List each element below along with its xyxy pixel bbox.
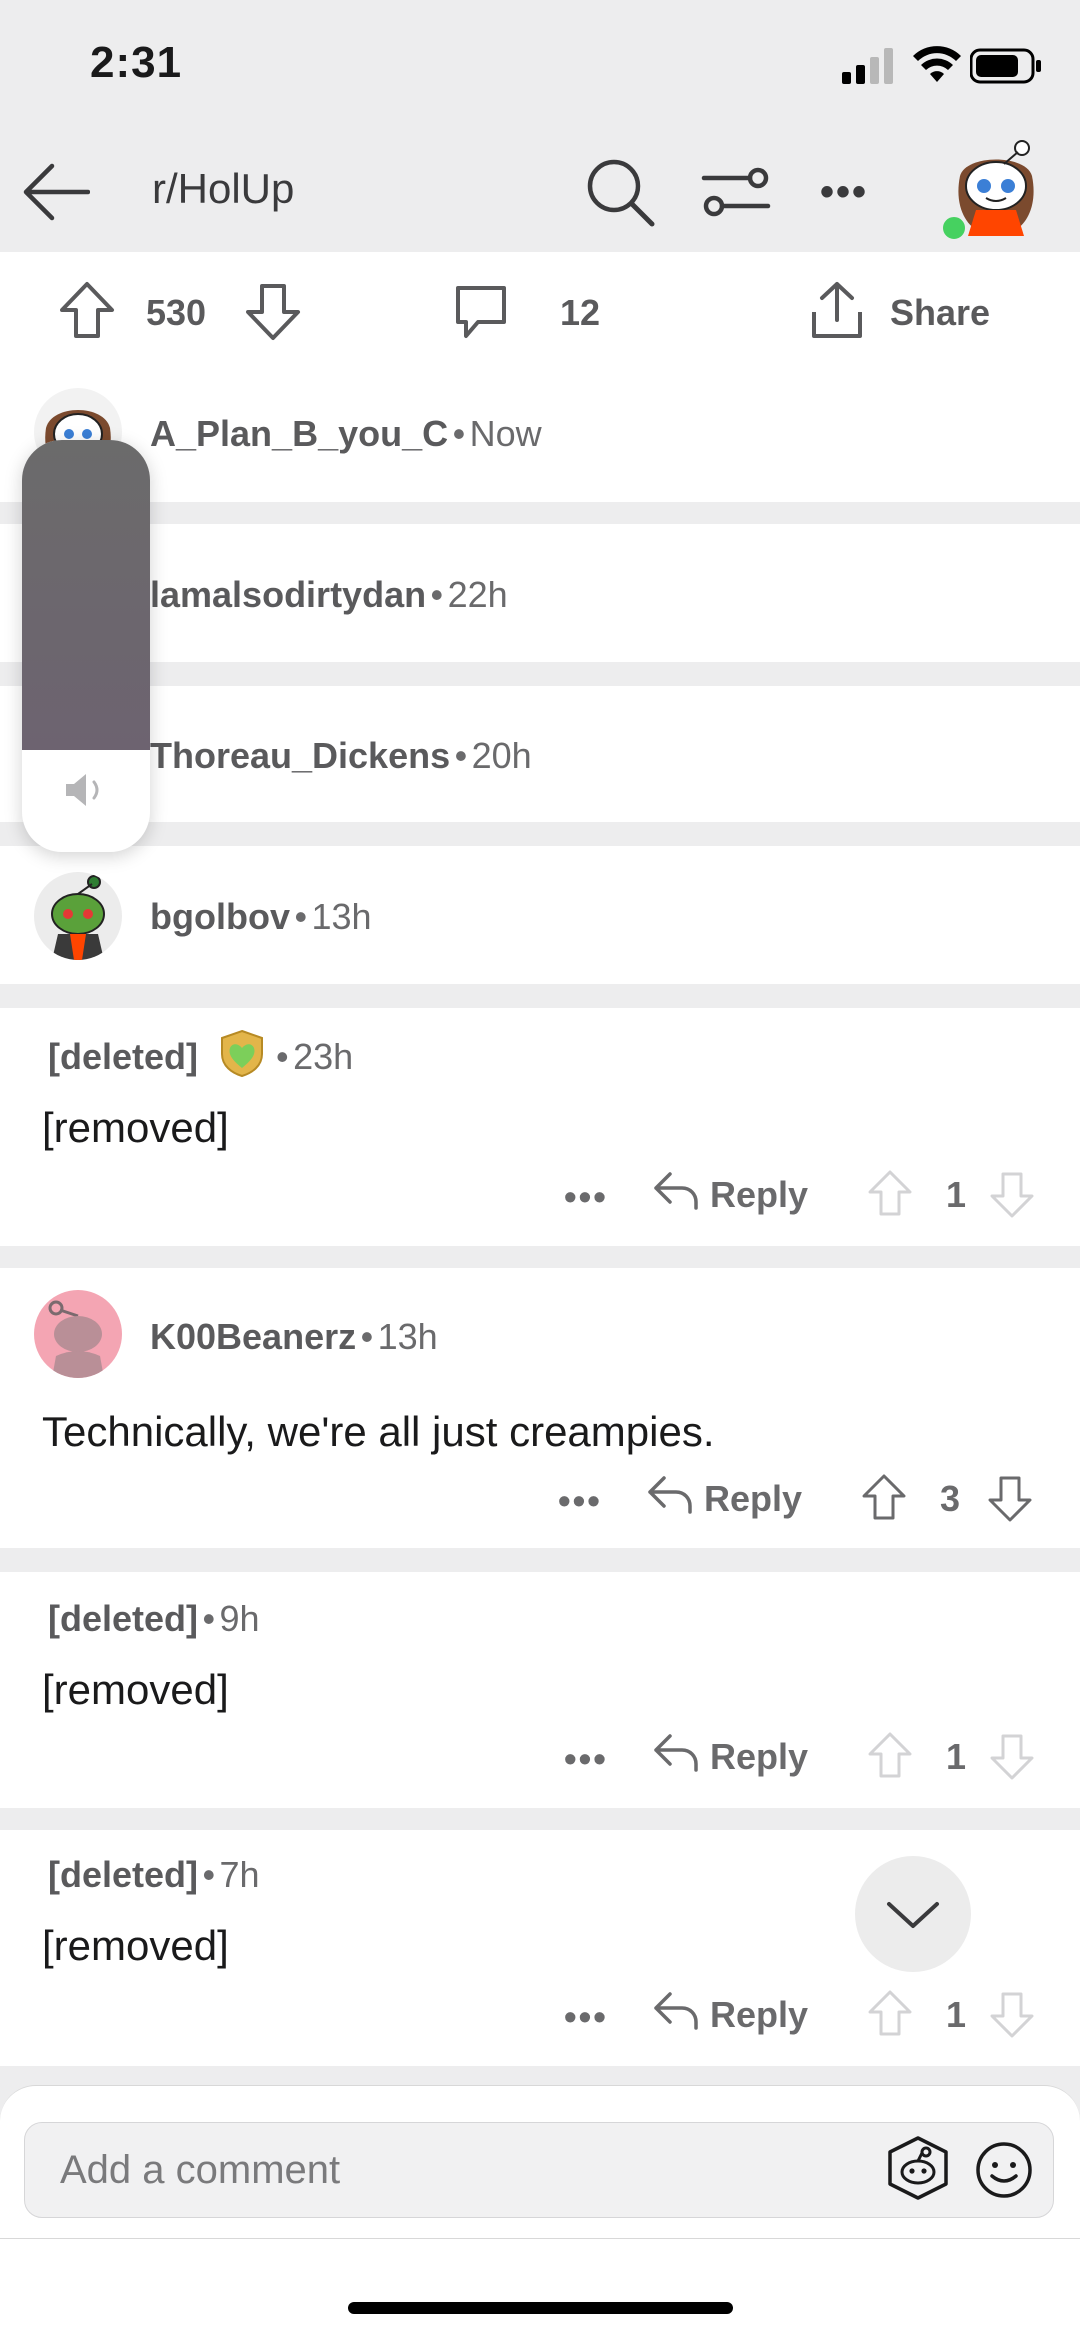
- volume-level-fill: [22, 440, 150, 750]
- username: [deleted]: [48, 1036, 199, 1077]
- emoji-icon[interactable]: [974, 2140, 1034, 2200]
- username[interactable]: lamalsodirtydan: [150, 574, 426, 615]
- comment-score: 1: [946, 1174, 967, 1215]
- separator-dot: •: [454, 735, 468, 776]
- comment-score: 3: [940, 1478, 961, 1519]
- username[interactable]: Thoreau_Dickens: [150, 735, 450, 776]
- award-shield-icon: [221, 1029, 263, 1078]
- comment-body: Technically, we're all just creampies.: [42, 1408, 715, 1455]
- avatar: [34, 872, 122, 960]
- comment-meta: K00Beanerz • 13h: [150, 1316, 438, 1358]
- separator-dot: •: [430, 574, 444, 615]
- status-time: 2:31: [90, 38, 183, 87]
- separator-dot: •: [202, 1854, 216, 1895]
- reply-button[interactable]: Reply: [710, 1994, 808, 2036]
- downvote-icon[interactable]: [988, 1170, 1036, 1220]
- comment-more-icon[interactable]: •••: [564, 1996, 608, 2038]
- downvote-icon[interactable]: [988, 1990, 1036, 2040]
- username[interactable]: K00Beanerz: [150, 1316, 356, 1357]
- downvote-icon[interactable]: [988, 1732, 1036, 1782]
- comment-time: 13h: [377, 1316, 438, 1357]
- comment-body: [removed]: [42, 1666, 229, 1713]
- comment-body: [removed]: [42, 1104, 229, 1151]
- separator-dot: •: [360, 1316, 374, 1357]
- username: [deleted]: [48, 1598, 199, 1639]
- downvote-icon[interactable]: [244, 282, 302, 342]
- comment-meta: [deleted] • 7h: [48, 1854, 260, 1896]
- scroll-down-button[interactable]: [855, 1856, 971, 1972]
- comment-meta: [deleted]: [48, 1036, 198, 1078]
- comment-meta: Thoreau_Dickens • 20h: [150, 735, 532, 777]
- downvote-icon[interactable]: [986, 1474, 1034, 1524]
- comment-meta: [deleted] • 9h: [48, 1598, 260, 1640]
- upvote-icon[interactable]: [860, 1472, 908, 1522]
- battery-icon: [970, 48, 1041, 84]
- more-options-icon[interactable]: •••: [820, 170, 868, 215]
- comment-meta-time: • 23h: [276, 1036, 353, 1078]
- username: [deleted]: [48, 1854, 199, 1895]
- share-icon[interactable]: [808, 280, 866, 342]
- reply-icon[interactable]: [652, 1988, 700, 2032]
- comment-time: 23h: [293, 1036, 354, 1077]
- reply-button[interactable]: Reply: [710, 1174, 808, 1216]
- comment-time: 7h: [219, 1854, 260, 1895]
- username[interactable]: A_Plan_B_you_C: [150, 413, 448, 454]
- reply-button[interactable]: Reply: [704, 1478, 802, 1520]
- upvote-icon[interactable]: [866, 1730, 914, 1780]
- reply-icon[interactable]: [652, 1730, 700, 1774]
- comment-meta: lamalsodirtydan • 22h: [150, 574, 508, 616]
- search-icon[interactable]: [584, 156, 656, 228]
- comment-more-icon[interactable]: •••: [564, 1176, 608, 1218]
- reply-button[interactable]: Reply: [710, 1736, 808, 1778]
- snoo-avatar-icon[interactable]: [882, 2132, 954, 2204]
- comment-icon[interactable]: [452, 282, 510, 342]
- separator-dot: •: [452, 413, 466, 454]
- wifi-icon: [913, 46, 961, 82]
- comment-time: 20h: [471, 735, 532, 776]
- avatar: [34, 1290, 122, 1378]
- reply-icon[interactable]: [646, 1472, 694, 1516]
- post-score: 530: [146, 292, 207, 333]
- divider: [0, 2238, 1080, 2239]
- upvote-icon[interactable]: [866, 1988, 914, 2038]
- comment-more-icon[interactable]: •••: [558, 1480, 602, 1522]
- comment-time: 9h: [219, 1598, 260, 1639]
- reply-icon[interactable]: [652, 1168, 700, 1212]
- comment-body: [removed]: [42, 1922, 229, 1969]
- comment-count: 12: [560, 292, 601, 333]
- username[interactable]: bgolbov: [150, 896, 290, 937]
- comment-time: Now: [469, 413, 542, 454]
- separator-dot: •: [294, 896, 308, 937]
- subreddit-title[interactable]: r/HolUp: [152, 165, 294, 213]
- separator-dot: •: [276, 1036, 289, 1077]
- back-arrow-icon[interactable]: [22, 160, 90, 224]
- volume-hud: [22, 440, 150, 852]
- comment-meta: bgolbov • 13h: [150, 896, 372, 938]
- comment-meta: A_Plan_B_you_C • Now: [150, 413, 542, 455]
- comment-time: 13h: [311, 896, 372, 937]
- upvote-icon[interactable]: [866, 1168, 914, 1218]
- comment-input-placeholder: Add a comment: [60, 2148, 341, 2192]
- comment-score: 1: [946, 1736, 967, 1777]
- home-indicator[interactable]: [348, 2302, 733, 2314]
- comment-more-icon[interactable]: •••: [564, 1738, 608, 1780]
- online-status-dot: [940, 214, 968, 242]
- separator-dot: •: [202, 1598, 216, 1639]
- comment-score: 1: [946, 1994, 967, 2035]
- speaker-icon: [66, 774, 99, 806]
- share-button[interactable]: Share: [890, 292, 990, 334]
- comment-time: 22h: [447, 574, 508, 615]
- upvote-icon[interactable]: [58, 280, 116, 340]
- sort-filter-icon[interactable]: [700, 162, 772, 222]
- chevron-down-icon: [887, 1902, 939, 1928]
- cellular-signal-icon: [842, 48, 893, 84]
